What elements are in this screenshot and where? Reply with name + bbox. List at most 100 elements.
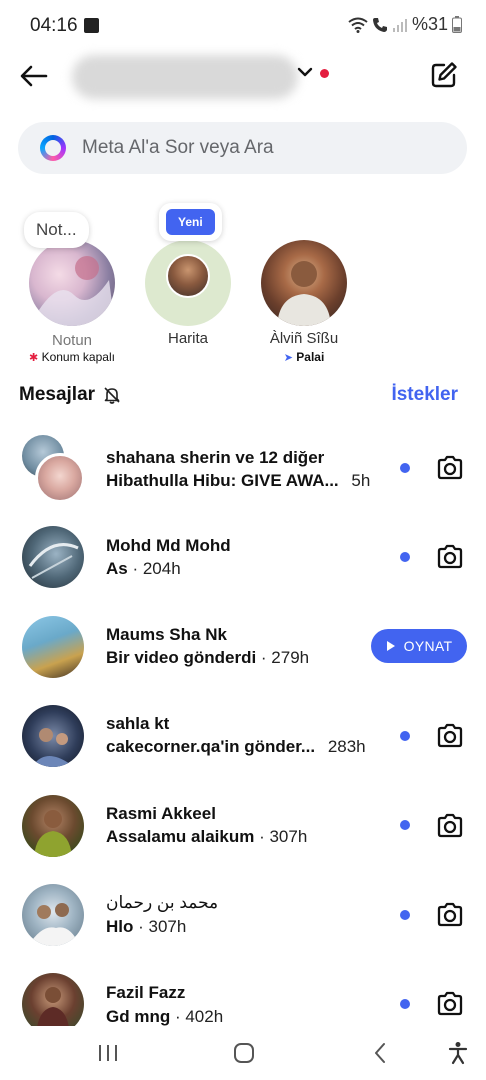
preview-text: Gd mng xyxy=(106,1007,171,1026)
group-avatar xyxy=(22,435,86,503)
timestamp: · 204h xyxy=(132,559,181,578)
conversation-row[interactable]: Maums Sha Nk Bir video gönderdi · 279h O… xyxy=(0,606,486,694)
meta-ai-icon xyxy=(40,135,66,161)
note-subtitle-text: Konum kapalı xyxy=(41,350,115,364)
home-button[interactable] xyxy=(224,1038,264,1068)
preview-text: Assalamu alaikum xyxy=(106,827,255,846)
conversation-row[interactable]: shahana sherin ve 12 diğer Hibathulla Hi… xyxy=(0,430,486,518)
status-bar: 04:16 %31 xyxy=(0,0,486,52)
avatar[interactable] xyxy=(29,240,115,326)
camera-button[interactable] xyxy=(433,451,467,485)
camera-icon xyxy=(437,991,463,1016)
back-nav-button[interactable] xyxy=(360,1038,400,1068)
top-header xyxy=(0,52,486,100)
note-subtitle-text: Palai xyxy=(296,350,325,364)
new-badge-wrap: Yeni xyxy=(159,203,222,241)
conversation-preview: Gd mng · 402h xyxy=(106,1007,223,1027)
signal-icon xyxy=(392,18,407,32)
note-subtitle: ✱ Konum kapalı xyxy=(0,350,152,364)
recent-apps-icon xyxy=(99,1045,117,1061)
chevron-left-icon xyxy=(375,1043,385,1063)
camera-button[interactable] xyxy=(433,809,467,843)
chevron-down-icon[interactable] xyxy=(297,66,313,78)
timestamp: · 307h xyxy=(259,827,308,846)
compose-button[interactable] xyxy=(426,57,462,93)
unread-dot xyxy=(400,820,410,830)
play-video-button[interactable]: OYNAT xyxy=(371,629,467,663)
play-label: OYNAT xyxy=(403,638,453,654)
conversation-preview: Bir video gönderdi · 279h xyxy=(106,648,309,668)
timestamp: 5h xyxy=(351,471,371,490)
conversation-preview: As · 204h xyxy=(106,559,181,579)
note-subtitle: ➤ Palai xyxy=(224,350,384,364)
timestamp: · 279h xyxy=(260,648,310,667)
camera-button[interactable] xyxy=(433,898,467,932)
account-name-blurred[interactable] xyxy=(72,55,298,99)
avatar xyxy=(22,526,84,588)
avatar-art xyxy=(28,543,79,579)
avatar xyxy=(22,795,84,857)
avatar xyxy=(35,453,85,503)
conversation-row[interactable]: sahla kt cakecorner.qa'in gönder... 283h xyxy=(0,694,486,782)
conversation-row[interactable]: محمد بن رحمان Hlo · 307h xyxy=(0,870,486,958)
note-name: Àlviñ Sîßu xyxy=(269,330,339,347)
avatar xyxy=(166,254,210,298)
location-arrow-icon: ➤ xyxy=(283,352,293,364)
preview-text: Hibathulla Hibu: GIVE AWA... xyxy=(106,471,339,490)
wifi-icon xyxy=(348,17,368,33)
new-badge: Yeni xyxy=(166,209,215,235)
camera-icon xyxy=(437,455,463,480)
status-time: 04:16 xyxy=(30,15,78,36)
unread-dot xyxy=(400,552,410,562)
system-nav-bar xyxy=(0,1026,486,1080)
timestamp: · 402h xyxy=(174,1007,224,1026)
camera-button[interactable] xyxy=(433,987,467,1021)
recent-apps-button[interactable] xyxy=(88,1038,128,1068)
avatar-art xyxy=(277,261,331,326)
battery-percent: %31 xyxy=(411,14,448,34)
compose-icon xyxy=(431,62,457,88)
preview-text: Hlo xyxy=(106,917,134,936)
preview-text: cakecorner.qa'in gönder... xyxy=(106,737,316,756)
home-icon xyxy=(234,1043,254,1063)
conversation-row[interactable]: Mohd Md Mohd As · 204h xyxy=(0,518,486,606)
play-icon xyxy=(386,641,395,651)
conversation-name: sahla kt xyxy=(106,714,170,733)
camera-icon xyxy=(437,723,463,748)
messages-title-text: Mesajlar xyxy=(19,384,96,405)
avatar-art xyxy=(34,810,72,857)
camera-button[interactable] xyxy=(433,540,467,574)
camera-icon xyxy=(437,902,463,927)
camera-button[interactable] xyxy=(433,719,467,753)
battery-icon xyxy=(452,16,462,33)
camera-icon xyxy=(437,813,463,838)
pin-icon: ✱ xyxy=(29,352,39,364)
unread-dot xyxy=(400,910,410,920)
accessibility-button[interactable] xyxy=(438,1038,478,1068)
search-placeholder: Meta Al'a Sor veya Ara xyxy=(82,137,274,158)
requests-link[interactable]: İstekler xyxy=(391,384,458,406)
preview-text: As xyxy=(106,559,128,578)
timestamp: · 307h xyxy=(138,917,187,936)
conversation-row[interactable]: Rasmi Akkeel Assalamu alaikum · 307h xyxy=(0,782,486,870)
timestamp: 283h xyxy=(327,737,366,756)
note-bubble-text: Not... xyxy=(36,220,77,239)
search-input[interactable]: Meta Al'a Sor veya Ara xyxy=(18,122,467,174)
map-avatar-bg[interactable] xyxy=(145,240,231,326)
call-icon xyxy=(372,17,387,32)
arrow-left-icon xyxy=(20,65,48,87)
conversation-preview: cakecorner.qa'in gönder... 283h xyxy=(106,737,366,757)
conversation-name: Maums Sha Nk xyxy=(106,625,227,644)
unread-dot xyxy=(400,731,410,741)
conversation-name: shahana sherin ve 12 diğer xyxy=(106,448,325,467)
conversation-preview: Assalamu alaikum · 307h xyxy=(106,827,307,847)
unread-dot xyxy=(400,999,410,1009)
avatar xyxy=(22,705,84,767)
muted-bell-icon xyxy=(104,387,120,404)
accessibility-icon xyxy=(448,1042,468,1065)
note-bubble[interactable]: Not... xyxy=(24,212,89,248)
avatar[interactable] xyxy=(261,240,347,326)
conversation-name: Rasmi Akkeel xyxy=(106,804,216,823)
conversation-preview: Hibathulla Hibu: GIVE AWA... 5h xyxy=(106,471,370,491)
back-button[interactable] xyxy=(16,58,52,94)
